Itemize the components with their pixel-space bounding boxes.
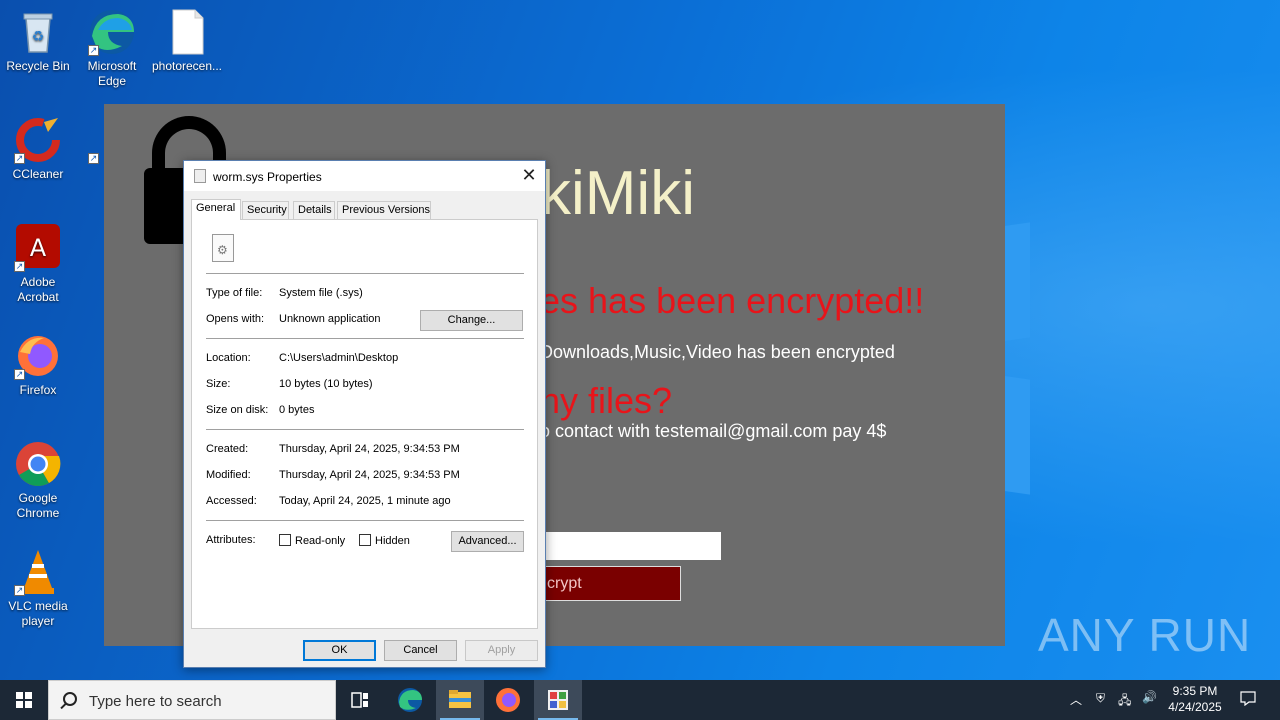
volume-icon[interactable]: 🔊 xyxy=(1142,690,1157,704)
desktop-icon-recycle-bin[interactable]: ♻ Recycle Bin xyxy=(0,8,76,74)
notification-icon[interactable] xyxy=(1240,690,1256,709)
desktop-icon-google-chrome[interactable]: Google Chrome xyxy=(0,440,76,521)
divider xyxy=(206,429,524,430)
type-label: Type of file: xyxy=(206,287,263,299)
firefox-icon: ↗ xyxy=(14,332,62,380)
location-value: C:\Users\admin\Desktop xyxy=(279,352,399,364)
size-on-disk-value: 0 bytes xyxy=(279,404,315,416)
size-on-disk-label: Size on disk: xyxy=(206,404,269,416)
readonly-label: Read-only xyxy=(295,535,346,547)
type-value: System file (.sys) xyxy=(279,287,363,299)
svg-text:♻: ♻ xyxy=(32,28,45,44)
ransom-headline: es has been encrypted!! xyxy=(540,280,925,321)
divider xyxy=(206,338,524,339)
desktop-icon-label: CCleaner xyxy=(12,167,64,181)
desktop-icon-photorecen[interactable]: photorecen... xyxy=(148,8,226,74)
hidden-checkbox[interactable]: Hidden xyxy=(359,534,410,547)
location-label: Location: xyxy=(206,352,251,364)
taskbar-firefox[interactable] xyxy=(484,680,532,720)
taskbar-clock[interactable]: 9:35 PM 4/24/2025 xyxy=(1160,683,1230,715)
advanced-button[interactable]: Advanced... xyxy=(451,531,524,552)
desktop-icon-vlc[interactable]: ↗ VLC media player xyxy=(0,548,76,629)
desktop-icon-label: Firefox xyxy=(19,383,57,397)
attributes-label: Attributes: xyxy=(206,534,256,546)
search-placeholder: Type here to search xyxy=(89,693,222,710)
taskbar-search-box[interactable]: Type here to search xyxy=(48,680,336,720)
accessed-value: Today, April 24, 2025, 1 minute ago xyxy=(279,495,451,507)
desktop-icon-label: VLC media player xyxy=(8,599,68,628)
svg-text:A: A xyxy=(30,234,47,262)
desktop-icon-microsoft-edge[interactable]: ↗ Microsoft Edge xyxy=(74,8,150,89)
general-panel: ⚙ Type of file: System file (.sys) Opens… xyxy=(191,219,538,629)
tab-details[interactable]: Details xyxy=(293,201,335,219)
size-label: Size: xyxy=(206,378,231,390)
chrome-icon xyxy=(14,440,62,488)
ransom-title: kiMiki xyxy=(540,159,695,228)
system-file-icon: ⚙ xyxy=(212,234,234,262)
ccleaner-icon: ↗ xyxy=(14,116,62,164)
recycle-bin-icon: ♻ xyxy=(14,8,62,56)
dialog-titlebar[interactable]: worm.sys Properties ✕ xyxy=(184,161,545,191)
created-label: Created: xyxy=(206,443,249,455)
clock-time: 9:35 PM xyxy=(1172,684,1218,698)
clock-date: 4/24/2025 xyxy=(1168,700,1222,714)
ok-button[interactable]: OK xyxy=(303,640,376,661)
security-icon[interactable]: ⛨ xyxy=(1096,691,1105,706)
adobe-acrobat-icon: A ↗ xyxy=(14,224,62,272)
decrypt-key-input[interactable] xyxy=(520,532,721,560)
desktop-icon-label: Google Chrome xyxy=(16,491,60,520)
divider xyxy=(206,520,524,521)
readonly-checkbox[interactable]: Read-only xyxy=(279,534,345,547)
task-view-icon xyxy=(351,692,368,708)
close-icon[interactable]: ✕ xyxy=(513,161,545,191)
opens-label: Opens with: xyxy=(206,313,265,325)
taskbar-file-explorer[interactable] xyxy=(436,680,484,720)
anyrun-watermark: ANY RUN xyxy=(1038,609,1252,661)
hidden-label: Hidden xyxy=(375,535,410,547)
tab-previous-versions[interactable]: Previous Versions xyxy=(337,201,431,219)
desktop-icon-firefox[interactable]: ↗ Firefox xyxy=(0,332,76,398)
ransom-message: Downloads,Music,Video has been encrypted xyxy=(540,342,895,362)
desktop-icon-label: Adobe Acrobat xyxy=(17,275,59,304)
taskbar-edge[interactable] xyxy=(386,680,434,720)
search-icon xyxy=(63,692,77,706)
desktop-icon-adobe-acrobat[interactable]: A ↗ Adobe Acrobat xyxy=(0,224,76,305)
opens-value: Unknown application xyxy=(279,313,381,325)
desktop-icon-label: Microsoft Edge xyxy=(87,59,137,88)
windows-icon xyxy=(16,692,32,708)
ransom-instructions: o contact with testemail@gmail.com pay 4… xyxy=(540,421,887,441)
change-button[interactable]: Change... xyxy=(420,310,523,331)
divider xyxy=(206,273,524,274)
edge-icon: ↗ xyxy=(88,8,136,56)
folder-icon xyxy=(449,690,471,708)
tab-general[interactable]: General xyxy=(191,199,241,220)
accessed-label: Accessed: xyxy=(206,495,257,507)
size-value: 10 bytes (10 bytes) xyxy=(279,378,373,390)
desktop-icon-ccleaner[interactable]: ↗ CCleaner xyxy=(0,116,76,182)
apply-button[interactable]: Apply xyxy=(465,640,538,661)
edge-icon xyxy=(398,688,422,712)
taskbar-ransomware-app[interactable] xyxy=(534,680,582,720)
task-view-button[interactable] xyxy=(336,680,384,720)
start-button[interactable] xyxy=(0,680,48,720)
file-icon xyxy=(163,8,211,56)
cancel-button[interactable]: Cancel xyxy=(384,640,457,661)
vlc-icon: ↗ xyxy=(14,548,62,596)
firefox-icon xyxy=(496,688,520,712)
modified-value: Thursday, April 24, 2025, 9:34:53 PM xyxy=(279,469,460,481)
desktop-icon-label: photorecen... xyxy=(151,59,223,73)
network-icon[interactable]: 🖧 xyxy=(1118,691,1131,712)
modified-label: Modified: xyxy=(206,469,251,481)
created-value: Thursday, April 24, 2025, 9:34:53 PM xyxy=(279,443,460,455)
show-hidden-icons-chevron-up-icon[interactable]: ︿ xyxy=(1070,691,1082,708)
desktop-icon-label: Recycle Bin xyxy=(6,59,70,73)
dialog-title: worm.sys Properties xyxy=(213,170,322,184)
ransom-question: ny files? xyxy=(540,380,673,421)
file-icon xyxy=(194,169,206,183)
tab-security[interactable]: Security xyxy=(242,201,289,219)
taskbar: Type here to search ︿ ⛨ 🖧 🔊 9:35 PM 4/24… xyxy=(0,680,1280,720)
app-icon xyxy=(548,690,568,710)
properties-dialog: worm.sys Properties ✕ General Security D… xyxy=(183,160,546,668)
